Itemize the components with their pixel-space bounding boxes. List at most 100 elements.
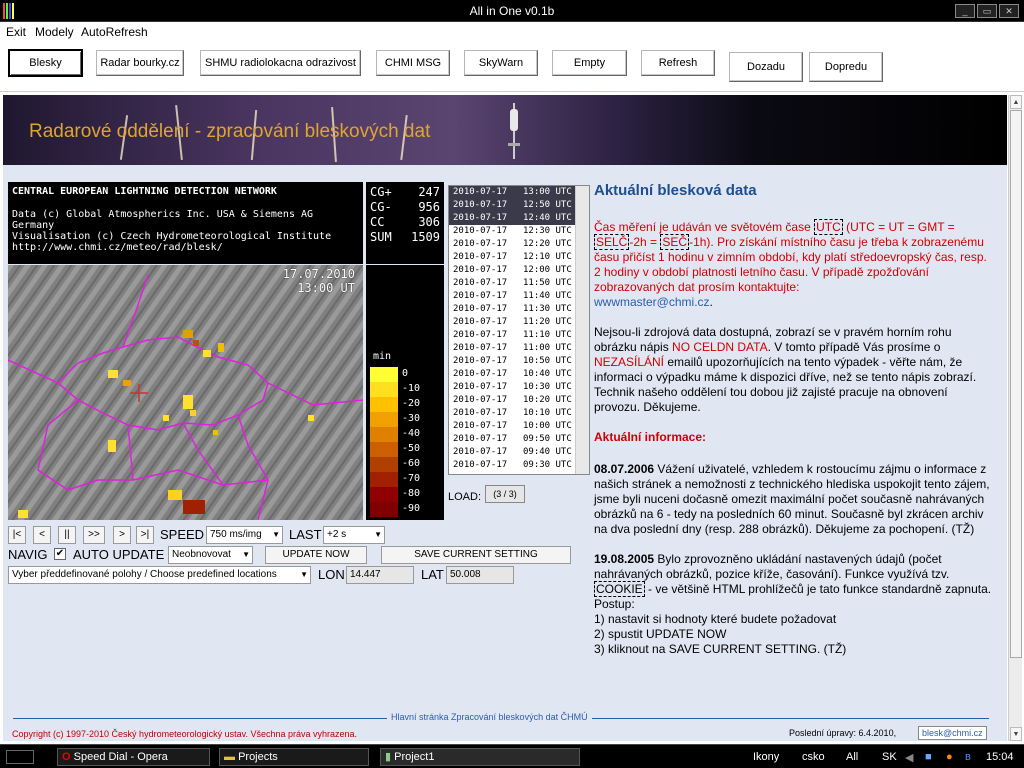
age-legend: min 0 -10 -20 -30 -40 -50 -60 -70 -80 -90 — [366, 265, 444, 520]
nodata-notice: Nejsou-li zdrojová data dostupná, zobraz… — [594, 325, 977, 414]
time-list-item[interactable]: 2010-07-17 11:20 UTC — [449, 316, 589, 329]
tray-csko[interactable]: csko — [802, 751, 825, 763]
time-list-item[interactable]: 2010-07-17 10:50 UTC — [449, 355, 589, 368]
update-now-button[interactable]: UPDATE NOW — [265, 546, 367, 564]
blesky-button[interactable]: Blesky — [8, 49, 83, 77]
task-projects[interactable]: ▬ Projects — [219, 748, 369, 766]
page-scrollbar[interactable]: ▲ ▼ — [1008, 95, 1022, 741]
location-select[interactable]: Vyber předdefinované polohy / Choose pre… — [8, 566, 311, 584]
time-list-item[interactable]: 2010-07-17 10:20 UTC — [449, 394, 589, 407]
load-status-button[interactable]: (3 / 3) — [485, 485, 525, 503]
last-select[interactable]: +2 s ▼ — [323, 526, 385, 544]
info-heading: Aktuální informace: — [594, 430, 707, 444]
close-button[interactable]: ✕ — [999, 4, 1019, 18]
last-frame-button[interactable]: >| — [136, 526, 154, 544]
time-list-item[interactable]: 2010-07-17 12:40 UTC — [449, 212, 589, 225]
lightning-map[interactable]: 17.07.2010 13:00 UT — [8, 265, 363, 520]
time-value: 10:40 UTC — [523, 369, 572, 379]
speed-select[interactable]: 750 ms/img ▼ — [206, 526, 283, 544]
fast-forward-button[interactable]: >> — [83, 526, 105, 544]
banner-title: Radarové oddělení - zpracování bleskovýc… — [29, 121, 431, 142]
tray-language[interactable]: SK — [882, 751, 897, 763]
legend-level: -30 — [402, 413, 421, 424]
time-list-item[interactable]: 2010-07-17 11:00 UTC — [449, 342, 589, 355]
chevron-left-icon[interactable]: ◀ — [905, 751, 913, 764]
time-list-item[interactable]: 2010-07-17 11:10 UTC — [449, 329, 589, 342]
time-list-item[interactable]: 2010-07-17 10:00 UTC — [449, 420, 589, 433]
lat-input[interactable]: 50.008 — [446, 566, 514, 584]
taskbar: O Speed Dial - Opera ▬ Projects ▮ Projec… — [0, 744, 1024, 768]
menu-autorefresh[interactable]: AutoRefresh — [81, 25, 148, 39]
time-list-item[interactable]: 2010-07-17 12:10 UTC — [449, 251, 589, 264]
back-button[interactable]: Dozadu — [729, 52, 803, 82]
time-list-item[interactable]: 2010-07-17 13:00 UTC — [449, 186, 589, 199]
lat-label: LAT — [421, 567, 444, 582]
time-list-item[interactable]: 2010-07-17 09:40 UTC — [449, 446, 589, 459]
time-list-item[interactable]: 2010-07-17 10:30 UTC — [449, 381, 589, 394]
menu-exit[interactable]: Exit — [6, 25, 26, 39]
auto-update-select[interactable]: Neobnovovat ▼ — [168, 546, 253, 564]
time-list-item[interactable]: 2010-07-17 09:50 UTC — [449, 433, 589, 446]
scroll-thumb[interactable] — [1010, 110, 1022, 658]
last-label: LAST — [289, 527, 322, 542]
lon-input[interactable]: 14.447 — [346, 566, 414, 584]
time-value: 11:20 UTC — [523, 317, 572, 327]
time-list-item[interactable]: 2010-07-17 12:30 UTC — [449, 225, 589, 238]
maximize-button[interactable]: ▭ — [977, 4, 997, 18]
title-bar: All in One v0.1b _ ▭ ✕ — [0, 0, 1024, 22]
radar-bourky-button[interactable]: Radar bourky.cz — [96, 50, 184, 76]
forward-button[interactable]: Dopredu — [809, 52, 883, 82]
time-list[interactable]: 2010-07-17 13:00 UTC 2010-07-17 12:50 UTC 20… — [448, 185, 590, 475]
empty-button[interactable]: Empty — [552, 50, 627, 76]
time-list-item[interactable]: 2010-07-17 10:10 UTC — [449, 407, 589, 420]
mail-link[interactable]: blesk@chmi.cz — [918, 726, 987, 740]
time-date: 2010-07-17 — [453, 226, 508, 236]
shmu-radar-button[interactable]: SHMU radiolokacna odrazivost — [200, 50, 361, 76]
bluetooth-icon[interactable]: ʙ — [965, 751, 971, 763]
firefox-icon[interactable]: ● — [946, 751, 953, 763]
main-page-link[interactable]: Hlavní stránka Zpracování bleskových dat… — [387, 712, 592, 722]
tray-all[interactable]: All — [846, 751, 858, 763]
scroll-down-icon[interactable]: ▼ — [1010, 727, 1022, 741]
time-list-item[interactable]: 2010-07-17 12:00 UTC — [449, 264, 589, 277]
chevron-down-icon: ▼ — [272, 530, 280, 539]
first-frame-button[interactable]: |< — [8, 526, 26, 544]
navig-checkbox[interactable]: ✔ — [54, 548, 66, 560]
contact-email-link[interactable]: wwwmaster@chmi.cz — [594, 295, 710, 309]
start-icon[interactable] — [6, 750, 34, 764]
network-icon[interactable]: ■ — [925, 751, 932, 763]
next-frame-button[interactable]: > — [113, 526, 131, 544]
skywarn-button[interactable]: SkyWarn — [464, 50, 538, 76]
save-setting-button[interactable]: SAVE CURRENT SETTING — [381, 546, 571, 564]
legend-swatch — [370, 397, 398, 412]
refresh-button[interactable]: Refresh — [641, 50, 715, 76]
time-value: 13:00 UTC — [523, 187, 572, 197]
time-date: 2010-07-17 — [453, 200, 508, 210]
pause-button[interactable]: || — [58, 526, 76, 544]
time-list-item[interactable]: 2010-07-17 10:40 UTC — [449, 368, 589, 381]
time-value: 11:10 UTC — [523, 330, 572, 340]
folder-icon: ▬ — [224, 751, 235, 763]
chmi-msg-button[interactable]: CHMI MSG — [376, 50, 450, 76]
task-opera[interactable]: O Speed Dial - Opera — [57, 748, 210, 766]
menu-modely[interactable]: Modely — [35, 25, 74, 39]
count-label: SUM — [370, 230, 392, 244]
time-date: 2010-07-17 — [453, 278, 508, 288]
minimize-button[interactable]: _ — [955, 4, 975, 18]
prev-frame-button[interactable]: < — [33, 526, 51, 544]
tray-ikony[interactable]: Ikony — [753, 751, 779, 763]
time-list-item[interactable]: 2010-07-17 12:20 UTC — [449, 238, 589, 251]
load-label: LOAD: — [448, 491, 482, 503]
time-date: 2010-07-17 — [453, 252, 508, 262]
time-list-item[interactable]: 2010-07-17 12:50 UTC — [449, 199, 589, 212]
task-project1[interactable]: ▮ Project1 — [380, 748, 580, 766]
time-list-item[interactable]: 2010-07-17 11:50 UTC — [449, 277, 589, 290]
time-list-scrollbar[interactable] — [575, 186, 589, 474]
time-list-item[interactable]: 2010-07-17 11:30 UTC — [449, 303, 589, 316]
time-date: 2010-07-17 — [453, 447, 508, 457]
info-article: Aktuální blesková data Čas měření je udá… — [594, 181, 994, 672]
time-list-item[interactable]: 2010-07-17 09:30 UTC — [449, 459, 589, 472]
time-list-item[interactable]: 2010-07-17 11:40 UTC — [449, 290, 589, 303]
scroll-up-icon[interactable]: ▲ — [1010, 95, 1022, 109]
time-value: 12:30 UTC — [523, 226, 572, 236]
